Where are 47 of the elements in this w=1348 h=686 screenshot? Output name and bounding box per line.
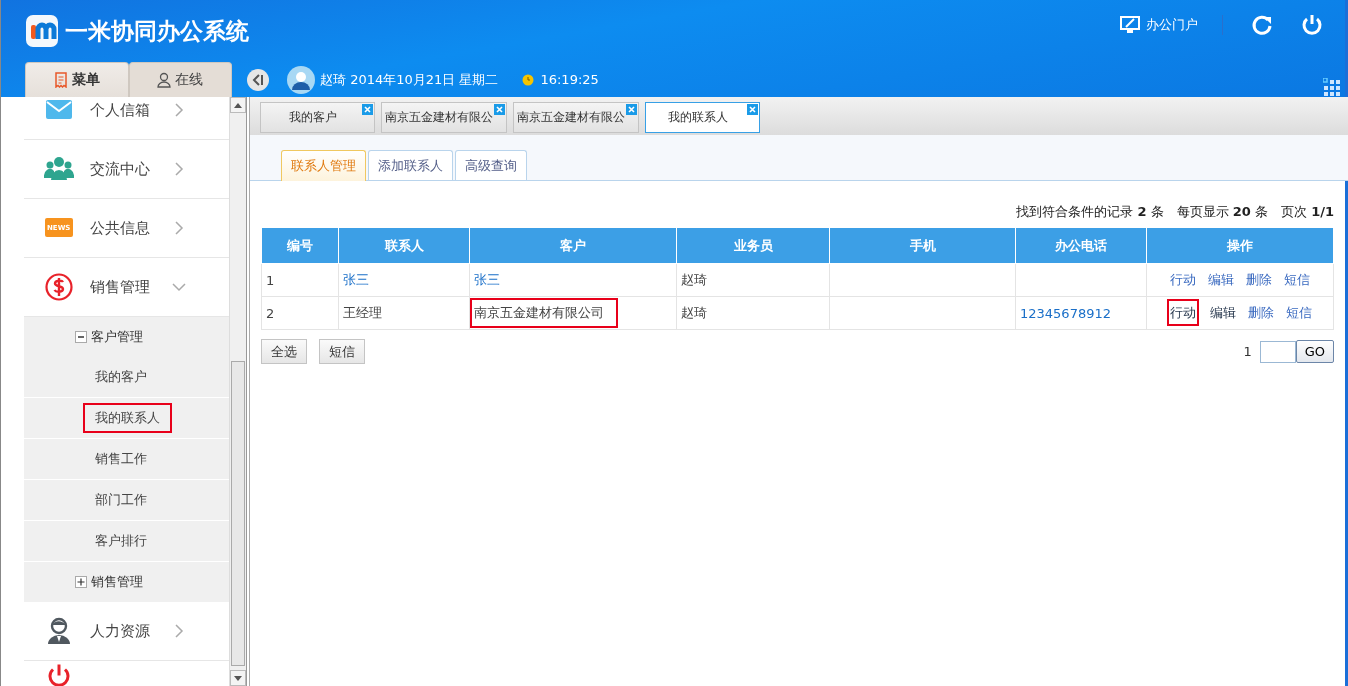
submenu-item[interactable]: 我的联系人 [83,403,172,433]
column-header: 操作 [1146,227,1334,264]
table-cell-text: 赵琦 [680,304,708,322]
column-header: 联系人 [338,227,470,264]
portal-link[interactable]: 办公门户 [1120,16,1198,34]
clock-time: 16:19:25 [540,72,599,87]
record-summary: 找到符合条件的记录 2 条 每页显示 20 条 页次 1/1 [1015,203,1334,221]
action-link[interactable]: 短信 [1283,268,1311,291]
menu-item[interactable]: 公共信息 [90,218,168,238]
action-link[interactable]: 行动 [1167,299,1199,326]
page-number: 1 [1243,344,1252,359]
table-cell-text: 1 [265,271,276,290]
page-tab[interactable]: 我的联系人 [645,102,760,133]
page-tab[interactable]: 我的客户 [260,102,375,133]
user-info: 赵琦 2014年10月21日 星期二 [320,70,499,89]
column-header: 客户 [469,227,677,264]
sidebar-tab[interactable]: 菜单 [25,62,129,97]
sidebar-tab[interactable]: 在线 [128,62,232,97]
action-link[interactable]: 删除 [1245,268,1273,291]
table-cell-text: 赵琦 [680,271,708,289]
action-link[interactable]: 短信 [1285,301,1313,324]
menu-group[interactable]: 销售管理 [91,573,143,591]
action-link[interactable]: 行动 [1169,268,1197,291]
menu-item[interactable]: 个人信箱 [90,100,168,120]
page-tab[interactable]: 南京五金建材有限公 [513,102,639,133]
action-link[interactable]: 编辑 [1207,268,1235,291]
column-header: 办公电话 [1015,227,1147,264]
app-title: 一米协同办公系统 [65,16,249,46]
action-button[interactable]: 全选 [261,339,307,364]
page-tab[interactable]: 南京五金建材有限公 [381,102,507,133]
table-link[interactable]: 张三 [470,265,514,295]
content-tab[interactable]: 高级查询 [455,150,527,180]
column-header: 业务员 [676,227,830,264]
column-header: 手机 [829,227,1016,264]
column-header: 编号 [261,227,339,264]
menu-group[interactable]: 客户管理 [91,328,143,346]
menu-item[interactable]: 交流中心 [90,159,168,179]
menu-item[interactable]: 人力资源 [90,621,168,641]
action-link[interactable]: 删除 [1247,301,1275,324]
go-button[interactable]: GO [1295,340,1334,363]
table-cell: 南京五金建材有限公司 [470,298,618,328]
action-button[interactable]: 短信 [319,339,365,364]
table-cell-text: 王经理 [342,304,383,322]
action-link[interactable]: 编辑 [1209,301,1237,324]
table-cell-text: 2 [265,304,276,323]
menu-item[interactable]: 销售管理 [90,277,168,297]
content-tab[interactable]: 添加联系人 [368,150,453,180]
